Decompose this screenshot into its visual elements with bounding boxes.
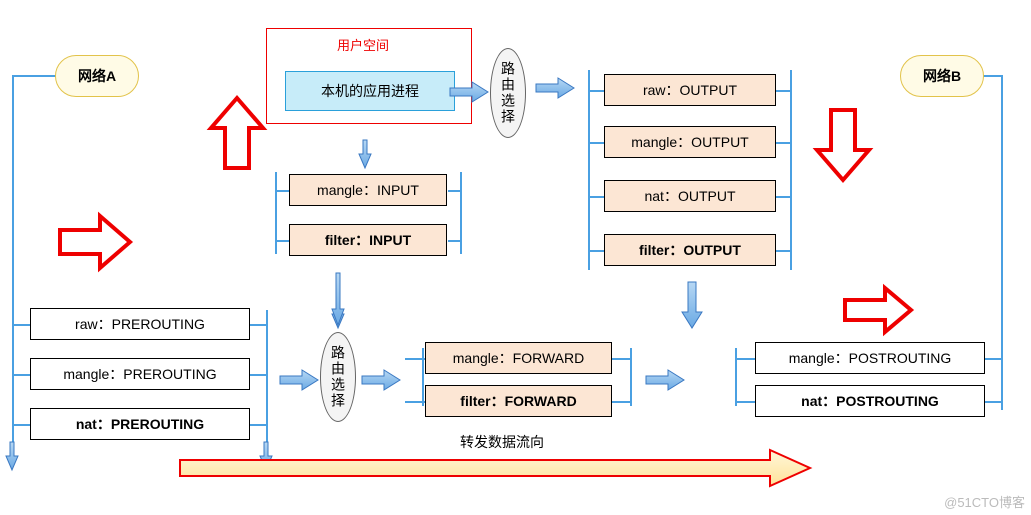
- line: [985, 358, 1003, 360]
- line: [985, 401, 1003, 403]
- userspace-title: 用户空间: [337, 35, 389, 54]
- line: [405, 401, 425, 403]
- line: [735, 348, 737, 406]
- cloud-network-a: 网络A: [55, 55, 139, 97]
- line: [776, 90, 792, 92]
- line: [12, 324, 30, 326]
- diagram-stage: 网络A 网络B 用户空间 本机的应用进程 路由选择 路由选择 raw：PRERO…: [0, 0, 1031, 515]
- local-app-process: 本机的应用进程: [285, 71, 455, 111]
- output-raw: raw：OUTPUT: [604, 74, 776, 106]
- postrouting-mangle: mangle：POSTROUTING: [755, 342, 985, 374]
- line: [588, 142, 604, 144]
- prerouting-mangle: mangle：PREROUTING: [30, 358, 250, 390]
- line: [630, 348, 632, 406]
- line: [588, 250, 604, 252]
- line: [588, 196, 604, 198]
- line: [250, 374, 268, 376]
- line: [266, 310, 268, 468]
- forward-flow-label: 转发数据流向: [460, 432, 544, 452]
- output-nat: nat：OUTPUT: [604, 180, 776, 212]
- line: [250, 324, 268, 326]
- input-mangle: mangle：INPUT: [289, 174, 447, 206]
- userspace-box: 用户空间 本机的应用进程: [266, 28, 472, 124]
- line: [12, 424, 30, 426]
- routing-oval-top: 路由选择: [490, 48, 526, 138]
- output-mangle: mangle：OUTPUT: [604, 126, 776, 158]
- line: [275, 240, 289, 242]
- routing-oval-bottom: 路由选择: [320, 332, 356, 422]
- line: [12, 374, 30, 376]
- line: [776, 196, 792, 198]
- output-filter: filter：OUTPUT: [604, 234, 776, 266]
- postrouting-nat: nat：POSTROUTING: [755, 385, 985, 417]
- line: [588, 70, 590, 270]
- line: [422, 348, 424, 406]
- line: [776, 250, 792, 252]
- line: [448, 240, 462, 242]
- line: [405, 358, 425, 360]
- cloud-network-b: 网络B: [900, 55, 984, 97]
- prerouting-raw: raw：PREROUTING: [30, 308, 250, 340]
- line: [735, 358, 755, 360]
- line: [776, 142, 792, 144]
- line: [12, 75, 14, 463]
- input-filter: filter：INPUT: [289, 224, 447, 256]
- line: [250, 424, 268, 426]
- watermark: @51CTO博客: [944, 492, 1025, 511]
- forward-filter: filter：FORWARD: [425, 385, 612, 417]
- forward-mangle: mangle：FORWARD: [425, 342, 612, 374]
- line: [735, 401, 755, 403]
- line: [448, 190, 462, 192]
- line: [275, 190, 289, 192]
- line: [790, 70, 792, 270]
- line: [612, 358, 632, 360]
- line: [612, 401, 632, 403]
- prerouting-nat: nat：PREROUTING: [30, 408, 250, 440]
- line: [12, 75, 57, 77]
- line: [588, 90, 604, 92]
